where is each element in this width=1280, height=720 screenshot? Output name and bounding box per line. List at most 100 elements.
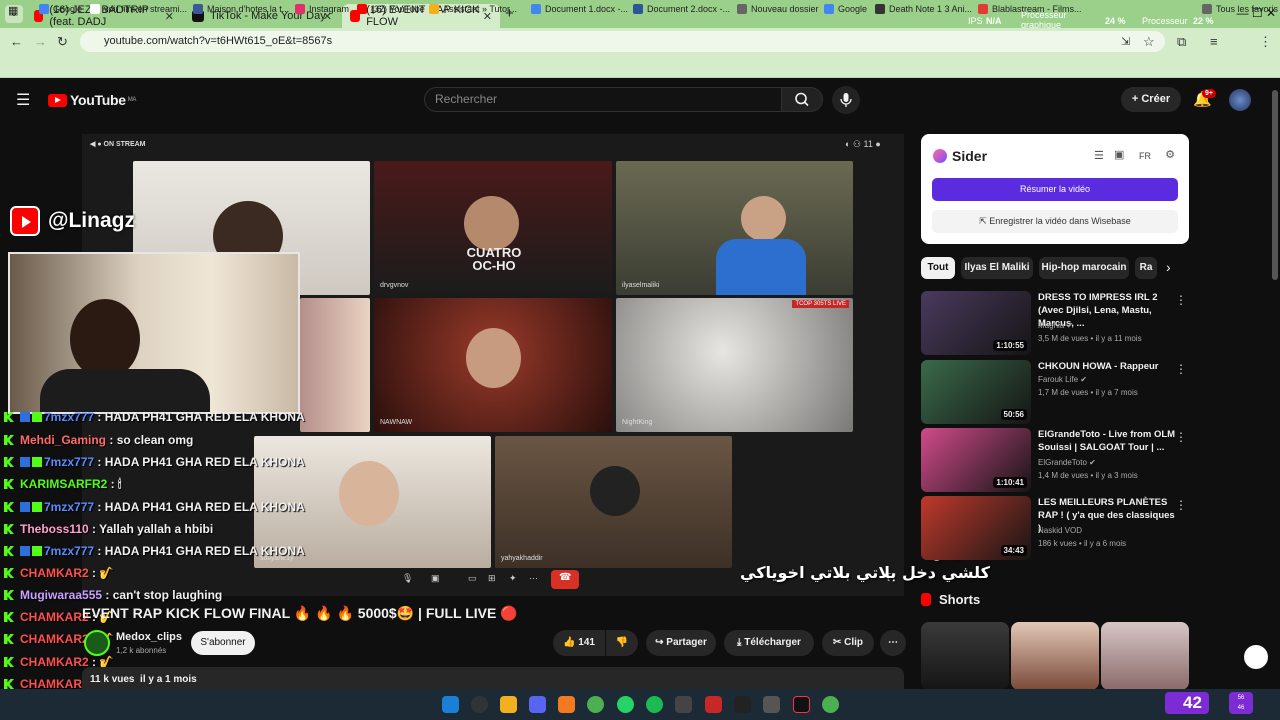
video-duration: 1:10:41	[993, 477, 1027, 488]
video-thumbnail[interactable]: 34:43	[921, 496, 1031, 560]
youtube-logo[interactable]: YouTube MA	[48, 92, 136, 108]
recommended-video[interactable]: 1:10:55 DRESS TO IMPRESS IRL 2 (Avec Djil…	[921, 291, 1191, 355]
share-screen-icon[interactable]: ▭	[468, 573, 477, 584]
spotify-icon[interactable]	[646, 696, 663, 713]
activity-icon[interactable]: ✦	[509, 573, 517, 584]
channel-avatar[interactable]	[84, 630, 110, 656]
bookmark-6[interactable]: Assistant » Tutor...	[429, 4, 517, 14]
extensions-icon[interactable]: ⧉	[1177, 34, 1186, 50]
bookmark-9[interactable]: Nouveau dossier	[737, 4, 819, 14]
grid-view-icon[interactable]: ▣	[1114, 148, 1124, 161]
short-thumb[interactable]	[921, 622, 1009, 690]
channel-line[interactable]: Farouk Life ✔	[1038, 375, 1087, 384]
summarize-video-button[interactable]: Résumer la vidéo	[932, 178, 1178, 201]
more-options-icon[interactable]: ⋮	[1175, 293, 1187, 307]
hang-up-button[interactable]: ☎	[551, 570, 579, 589]
bookmark-8[interactable]: Document 2.docx -...	[633, 4, 730, 14]
menu-icon[interactable]: ⋮	[1259, 34, 1272, 50]
app-icon[interactable]	[734, 696, 751, 713]
chip-ilyas[interactable]: Ilyas El Maliki	[961, 257, 1033, 279]
like-button[interactable]: 👍 141	[553, 630, 605, 656]
video-thumbnail[interactable]: 1:10:55	[921, 291, 1031, 355]
chip-hiphop[interactable]: Hip-hop marocain	[1039, 257, 1129, 279]
whatsapp-icon[interactable]	[617, 696, 634, 713]
back-icon[interactable]: ←	[10, 34, 23, 49]
bookmark-1[interactable]: Google	[39, 4, 82, 14]
url-input[interactable]: youtube.com/watch?v=t6HWt615_oE&t=8567s	[80, 31, 1165, 52]
channel-line[interactable]: ElGrandeToto ✔	[1038, 458, 1096, 467]
download-button[interactable]: ⤓ Télécharger	[724, 630, 814, 656]
sider-language[interactable]: FR	[1139, 151, 1151, 161]
share-button[interactable]: ↪ Partager	[646, 630, 716, 656]
app-icon[interactable]	[558, 696, 575, 713]
create-button[interactable]: + Créer	[1121, 87, 1181, 112]
hamburger-menu-icon[interactable]: ☰	[16, 90, 30, 110]
chip-all[interactable]: Tout	[921, 257, 955, 279]
recommended-video[interactable]: 1:10:41 ElGrandeToto - Live from OLM Soui…	[921, 428, 1191, 492]
install-icon[interactable]: ⇲	[1121, 35, 1130, 48]
list-view-icon[interactable]: ☰	[1094, 149, 1104, 162]
chevron-right-icon[interactable]: ›	[1166, 259, 1171, 275]
bookmark-3[interactable]: Maison d'hotes la t...	[193, 4, 289, 14]
camera-icon[interactable]: ▣	[431, 573, 440, 584]
file-explorer-icon[interactable]	[500, 696, 517, 713]
game-icon[interactable]: ⊞	[488, 573, 496, 584]
channel-line[interactable]: Naskid VOD	[1038, 526, 1082, 535]
video-thumbnail[interactable]: 1:10:41	[921, 428, 1031, 492]
chrome-icon[interactable]	[822, 696, 839, 713]
search-input[interactable]: Rechercher	[424, 87, 782, 112]
channel-name[interactable]: Medox_clips	[116, 631, 182, 643]
tiktok-icon[interactable]	[793, 696, 810, 713]
bookmark-12[interactable]: Blablastream - Films...	[978, 4, 1082, 14]
all-favorites[interactable]: Tous les favoris	[1202, 4, 1278, 14]
more-options-icon[interactable]: ⋮	[1175, 498, 1187, 512]
media-icon[interactable]: ≡	[1210, 34, 1218, 49]
chat-username: 7mzx777	[44, 500, 95, 514]
more-options-icon[interactable]: ⋮	[1175, 362, 1187, 376]
subscribe-button[interactable]: S'abonner	[191, 631, 255, 655]
recommended-video[interactable]: 34:43 LES MEILLEURS PLANÈTES RAP ! ( y'a …	[921, 496, 1191, 560]
url-text: youtube.com/watch?v=t6HWt615_oE&t=8567s	[104, 35, 333, 47]
app-icon[interactable]	[763, 696, 780, 713]
settings-icon[interactable]: ⚙	[1165, 148, 1175, 161]
avatar[interactable]	[1229, 89, 1251, 111]
apps-grid-icon[interactable]: ▦	[8, 4, 18, 17]
recommended-video[interactable]: 50:56 CHKOUN HOWA - Rappeur Farouk Life ✔ 1…	[921, 360, 1191, 424]
reload-icon[interactable]: ↻	[57, 34, 68, 50]
app-icon[interactable]	[675, 696, 692, 713]
discord-icon[interactable]	[529, 696, 546, 713]
clip-button[interactable]: ✂ Clip	[822, 630, 874, 656]
short-thumb[interactable]	[1101, 622, 1189, 690]
video-title[interactable]: CHKOUN HOWA - Rappeur	[1038, 360, 1176, 373]
more-actions-button[interactable]: ⋯	[880, 630, 906, 656]
voice-search-button[interactable]	[832, 86, 860, 114]
more-options-icon[interactable]: ⋮	[1175, 430, 1187, 444]
fullscreen-icon[interactable]: ⛶	[888, 573, 895, 584]
bookmark-7[interactable]: Document 1.docx -...	[531, 4, 628, 14]
microphone-icon[interactable]: 🎙	[402, 573, 413, 584]
short-thumb[interactable]	[1011, 622, 1099, 690]
search-button[interactable]	[781, 87, 823, 112]
bookmark-star-icon[interactable]: ☆	[1143, 34, 1155, 50]
chrome-icon[interactable]	[587, 696, 604, 713]
search-taskbar-icon[interactable]	[471, 696, 488, 713]
video-thumbnail[interactable]: 50:56	[921, 360, 1031, 424]
forward-icon[interactable]: →	[34, 34, 47, 49]
dislike-button[interactable]: 👎	[606, 630, 638, 656]
youtube-play-icon	[48, 93, 67, 107]
bookmark-2[interactable]: voir film en streami...	[90, 4, 187, 14]
video-title[interactable]: ElGrandeToto - Live from OLM Souissi | S…	[1038, 428, 1176, 454]
save-to-wisebase-button[interactable]: ⇱ Enregistrer la vidéo dans Wisebase	[932, 210, 1178, 233]
chip-more[interactable]: Ra	[1135, 257, 1157, 279]
windows-start-icon[interactable]	[442, 696, 459, 713]
sider-floating-icon[interactable]	[1244, 645, 1268, 669]
bookmark-5[interactable]: (32) YouTube	[357, 4, 425, 14]
bookmark-10[interactable]: Google	[824, 4, 867, 14]
channel-line[interactable]: Maghla ✔	[1038, 321, 1073, 330]
more-options-icon[interactable]: ⋯	[529, 573, 538, 584]
bookmark-4[interactable]: Instagram	[295, 4, 349, 14]
bookmark-11[interactable]: Death Note 1 3 Ani...	[875, 4, 972, 14]
ips-label: IPS	[968, 16, 983, 26]
scrollbar[interactable]	[1272, 90, 1278, 280]
app-icon[interactable]	[705, 696, 722, 713]
